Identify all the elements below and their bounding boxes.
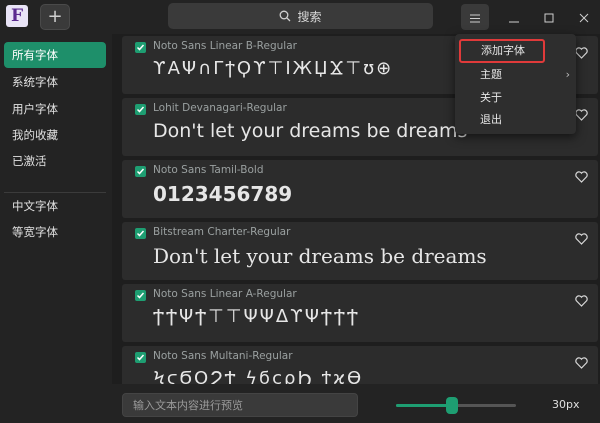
maximize-icon — [544, 8, 554, 27]
font-enabled-checkbox[interactable] — [135, 42, 146, 53]
heart-icon[interactable] — [575, 292, 588, 311]
sidebar-item-monospace-fonts[interactable]: 等宽字体 — [4, 219, 106, 245]
font-size-slider-handle[interactable] — [446, 397, 459, 414]
close-button[interactable] — [570, 4, 598, 30]
font-preview: 0123456789 — [153, 182, 293, 206]
chevron-right-icon: › — [565, 68, 570, 81]
main-menu-button[interactable] — [461, 4, 489, 30]
font-name: Bitstream Charter-Regular — [153, 226, 291, 238]
menu-item-theme-label: 主题 — [480, 68, 502, 81]
font-size-slider-fill — [396, 404, 453, 407]
font-size-slider[interactable] — [396, 397, 516, 414]
sidebar-item-favorites[interactable]: 我的收藏 — [4, 122, 106, 148]
sidebar-item-user-fonts[interactable]: 用户字体 — [4, 96, 106, 122]
font-preview: ϒΑΨ∩ΓϯϘϒ⊤ΙЖЏϪ⊤ʊ⊕ — [153, 58, 394, 79]
font-name: Noto Sans Multani-Regular — [153, 350, 293, 362]
search-box[interactable]: 搜索 — [168, 3, 433, 29]
minimize-button[interactable] — [500, 4, 528, 30]
font-enabled-checkbox[interactable] — [135, 166, 146, 177]
font-card[interactable]: Noto Sans Tamil-Bold 0123456789 — [122, 160, 598, 218]
menu-item-theme[interactable]: 主题 › — [455, 64, 576, 86]
hamburger-icon — [470, 8, 480, 27]
sidebar-item-all-fonts[interactable]: 所有字体 — [4, 42, 106, 68]
maximize-button[interactable] — [535, 4, 563, 30]
bottom-bar: 30px — [112, 384, 600, 423]
close-icon — [579, 8, 589, 27]
font-card[interactable]: Noto Sans Multani-Regular ϞϛϬϘϨϮ ϟϭϲϱϦ ϯ… — [122, 346, 598, 384]
heart-icon[interactable] — [575, 168, 588, 187]
font-card[interactable]: Bitstream Charter-Regular Don't let your… — [122, 222, 598, 280]
font-name: Noto Sans Linear B-Regular — [153, 40, 297, 52]
font-card[interactable]: Noto Sans Linear A-Regular ϮϮΨϮ⊤⊤ΨΨΔϒΨϮϮ… — [122, 284, 598, 342]
font-name: Noto Sans Tamil-Bold — [153, 164, 264, 176]
heart-icon[interactable] — [575, 106, 588, 125]
font-enabled-checkbox[interactable] — [135, 352, 146, 363]
heart-icon[interactable] — [575, 44, 588, 63]
menu-item-add-font[interactable]: 添加字体 — [459, 39, 545, 63]
heart-icon[interactable] — [575, 354, 588, 373]
preview-text-input[interactable] — [122, 393, 358, 417]
sidebar-item-activated[interactable]: 已激活 — [4, 148, 106, 174]
menu-item-exit[interactable]: 退出 — [455, 109, 576, 131]
font-preview: ϮϮΨϮ⊤⊤ΨΨΔϒΨϮϮϮ — [153, 306, 360, 327]
font-preview: Don't let your dreams be dreams — [153, 120, 468, 142]
sidebar-item-system-fonts[interactable]: 系统字体 — [4, 69, 106, 95]
menu-item-about[interactable]: 关于 — [455, 87, 576, 109]
main-menu-dropdown: 添加字体 主题 › 关于 退出 — [455, 34, 576, 134]
font-enabled-checkbox[interactable] — [135, 104, 146, 115]
font-enabled-checkbox[interactable] — [135, 228, 146, 239]
font-preview: Don't let your dreams be dreams — [153, 244, 487, 268]
app-logo: F — [6, 5, 28, 27]
add-font-button[interactable]: + — [40, 4, 70, 30]
title-bar: F + 搜索 — [0, 0, 600, 34]
font-name: Lohit Devanagari-Regular — [153, 102, 287, 114]
font-name: Noto Sans Linear A-Regular — [153, 288, 297, 300]
sidebar-item-chinese-fonts[interactable]: 中文字体 — [4, 193, 106, 219]
search-label: 搜索 — [297, 9, 322, 24]
font-preview: ϞϛϬϘϨϮ ϟϭϲϱϦ ϯϰϴ — [153, 368, 364, 384]
font-enabled-checkbox[interactable] — [135, 290, 146, 301]
heart-icon[interactable] — [575, 230, 588, 249]
search-icon — [279, 10, 291, 22]
font-size-label: 30px — [552, 398, 580, 411]
sidebar: 所有字体 系统字体 用户字体 我的收藏 已激活 中文字体 等宽字体 — [0, 34, 112, 423]
minimize-icon — [509, 8, 519, 27]
